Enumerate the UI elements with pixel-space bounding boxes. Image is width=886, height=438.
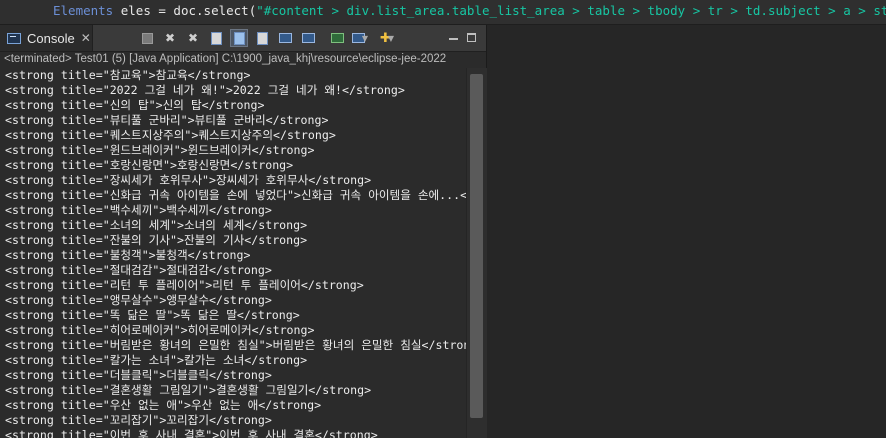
terminate-button[interactable]	[138, 29, 156, 47]
clear-console-button[interactable]	[207, 29, 225, 47]
show-stdout-button[interactable]	[276, 29, 294, 47]
console-line: <strong title="백수세끼">백수세끼</strong>	[5, 203, 272, 217]
console-line: <strong title="더블클릭">더블클릭</strong>	[5, 368, 272, 382]
console-output[interactable]: <strong title="참교육">참교육</strong> <strong …	[0, 68, 466, 438]
console-line: <strong title="호랑신랑면">호랑신랑면</strong>	[5, 158, 294, 172]
maximize-button[interactable]	[463, 29, 479, 45]
editor-area	[487, 25, 886, 438]
vertical-scrollbar[interactable]	[466, 68, 487, 438]
show-stdout-icon	[278, 33, 292, 43]
console-line: <strong title="버림받은 황녀의 은밀한 침실">버림받은 황녀의…	[5, 338, 466, 352]
scroll-lock-button[interactable]	[230, 29, 248, 47]
show-stderr-icon	[301, 33, 315, 43]
chevron-down-icon: ▼	[361, 33, 369, 43]
terminate-icon	[141, 32, 153, 44]
console-line: <strong title="똑 닮은 딸">똑 닮은 딸</strong>	[5, 308, 300, 322]
remove-all-terminated-button[interactable]: ✖	[184, 29, 202, 47]
console-line: <strong title="잔불의 기사">잔불의 기사</strong>	[5, 233, 308, 247]
maximize-icon	[466, 32, 476, 42]
remove-launch-button[interactable]: ✖	[161, 29, 179, 47]
console-line: <strong title="히어로메이커">히어로메이커</strong>	[5, 323, 315, 337]
console-line: <strong title="신의 탑">신의 탑</strong>	[5, 98, 265, 112]
console-line: <strong title="장씨세가 호위무사">장씨세가 호위무사</str…	[5, 173, 372, 187]
clear-console-icon	[210, 31, 222, 45]
editor-code-line[interactable]: Elements eles = doc.select("#content > d…	[0, 0, 886, 25]
console-line: <strong title="뷰티풀 군바리">뷰티풀 군바리</strong>	[5, 113, 329, 127]
code-type-token: Elements	[53, 3, 114, 18]
code-call-token: = doc.select(	[150, 3, 257, 18]
word-wrap-button[interactable]	[253, 29, 271, 47]
console-line: <strong title="참교육">참교육</strong>	[5, 68, 251, 82]
close-icon[interactable]: ✕	[81, 31, 91, 45]
view-tab-bar: Console ✕ ✖ ✖ ▼ ✚ ▼	[0, 25, 486, 52]
console-line: <strong title="칼가는 소녀">칼가는 소녀</strong>	[5, 353, 308, 367]
console-line: <strong title="소녀의 세계">소녀의 세계</strong>	[5, 218, 308, 232]
minimize-button[interactable]	[445, 29, 461, 45]
console-status-line: <terminated> Test01 (5) [Java Applicatio…	[4, 53, 447, 65]
console-line: <strong title="절대검감">절대검감</strong>	[5, 263, 272, 277]
console-line: <strong title="신화급 귀속 아이템을 손에 넣었다">신화급 귀…	[5, 188, 466, 202]
console-line: <strong title="불청객">불청객</strong>	[5, 248, 251, 262]
pin-console-button[interactable]	[328, 29, 346, 47]
minimize-icon	[448, 38, 458, 40]
word-wrap-icon	[256, 31, 268, 45]
chevron-down-icon: ▼	[387, 33, 395, 43]
display-console-button[interactable]: ▼	[351, 29, 369, 47]
code-variable-token: eles	[120, 3, 151, 18]
console-line: <strong title="결혼생활 그림일기">결혼생활 그림일기</str…	[5, 383, 372, 397]
remove-launch-icon: ✖	[164, 31, 176, 45]
console-line: <strong title="꼬리잡기">꼬리잡기</strong>	[5, 413, 272, 427]
scroll-lock-icon	[233, 31, 245, 45]
tab-console-label: Console	[27, 30, 75, 46]
console-line: <strong title="2022 그걸 네가 왜!">2022 그걸 네가…	[5, 83, 405, 97]
pin-console-icon	[330, 33, 344, 43]
console-line: <strong title="퀘스트지상주의">퀘스트지상주의</strong>	[5, 128, 336, 142]
console-line: <strong title="이번 후 사내 결혼">이번 후 사내 결혼</s…	[5, 428, 378, 438]
console-line: <strong title="앵무살수">앵무살수</strong>	[5, 293, 272, 307]
console-line: <strong title="우산 없는 애">우산 없는 애</strong>	[5, 398, 322, 412]
console-toolbar: ✖ ✖ ▼ ✚ ▼	[138, 28, 401, 48]
remove-all-terminated-icon: ✖	[187, 31, 199, 45]
scroll-thumb[interactable]	[470, 74, 483, 418]
console-icon	[7, 32, 21, 44]
console-line: <strong title="리턴 투 플레이어">리턴 투 플레이어</str…	[5, 278, 364, 292]
code-string-token: "#content > div.list_area.table_list_are…	[256, 3, 886, 18]
tab-console[interactable]: Console ✕	[0, 25, 93, 51]
console-view: Console ✕ ✖ ✖ ▼ ✚ ▼ <terminated> Test01 (…	[0, 25, 487, 438]
open-console-button[interactable]: ✚ ▼	[378, 29, 396, 47]
console-line: <strong title="윈드브레이커">윈드브레이커</strong>	[5, 143, 315, 157]
show-stderr-button[interactable]	[299, 29, 317, 47]
